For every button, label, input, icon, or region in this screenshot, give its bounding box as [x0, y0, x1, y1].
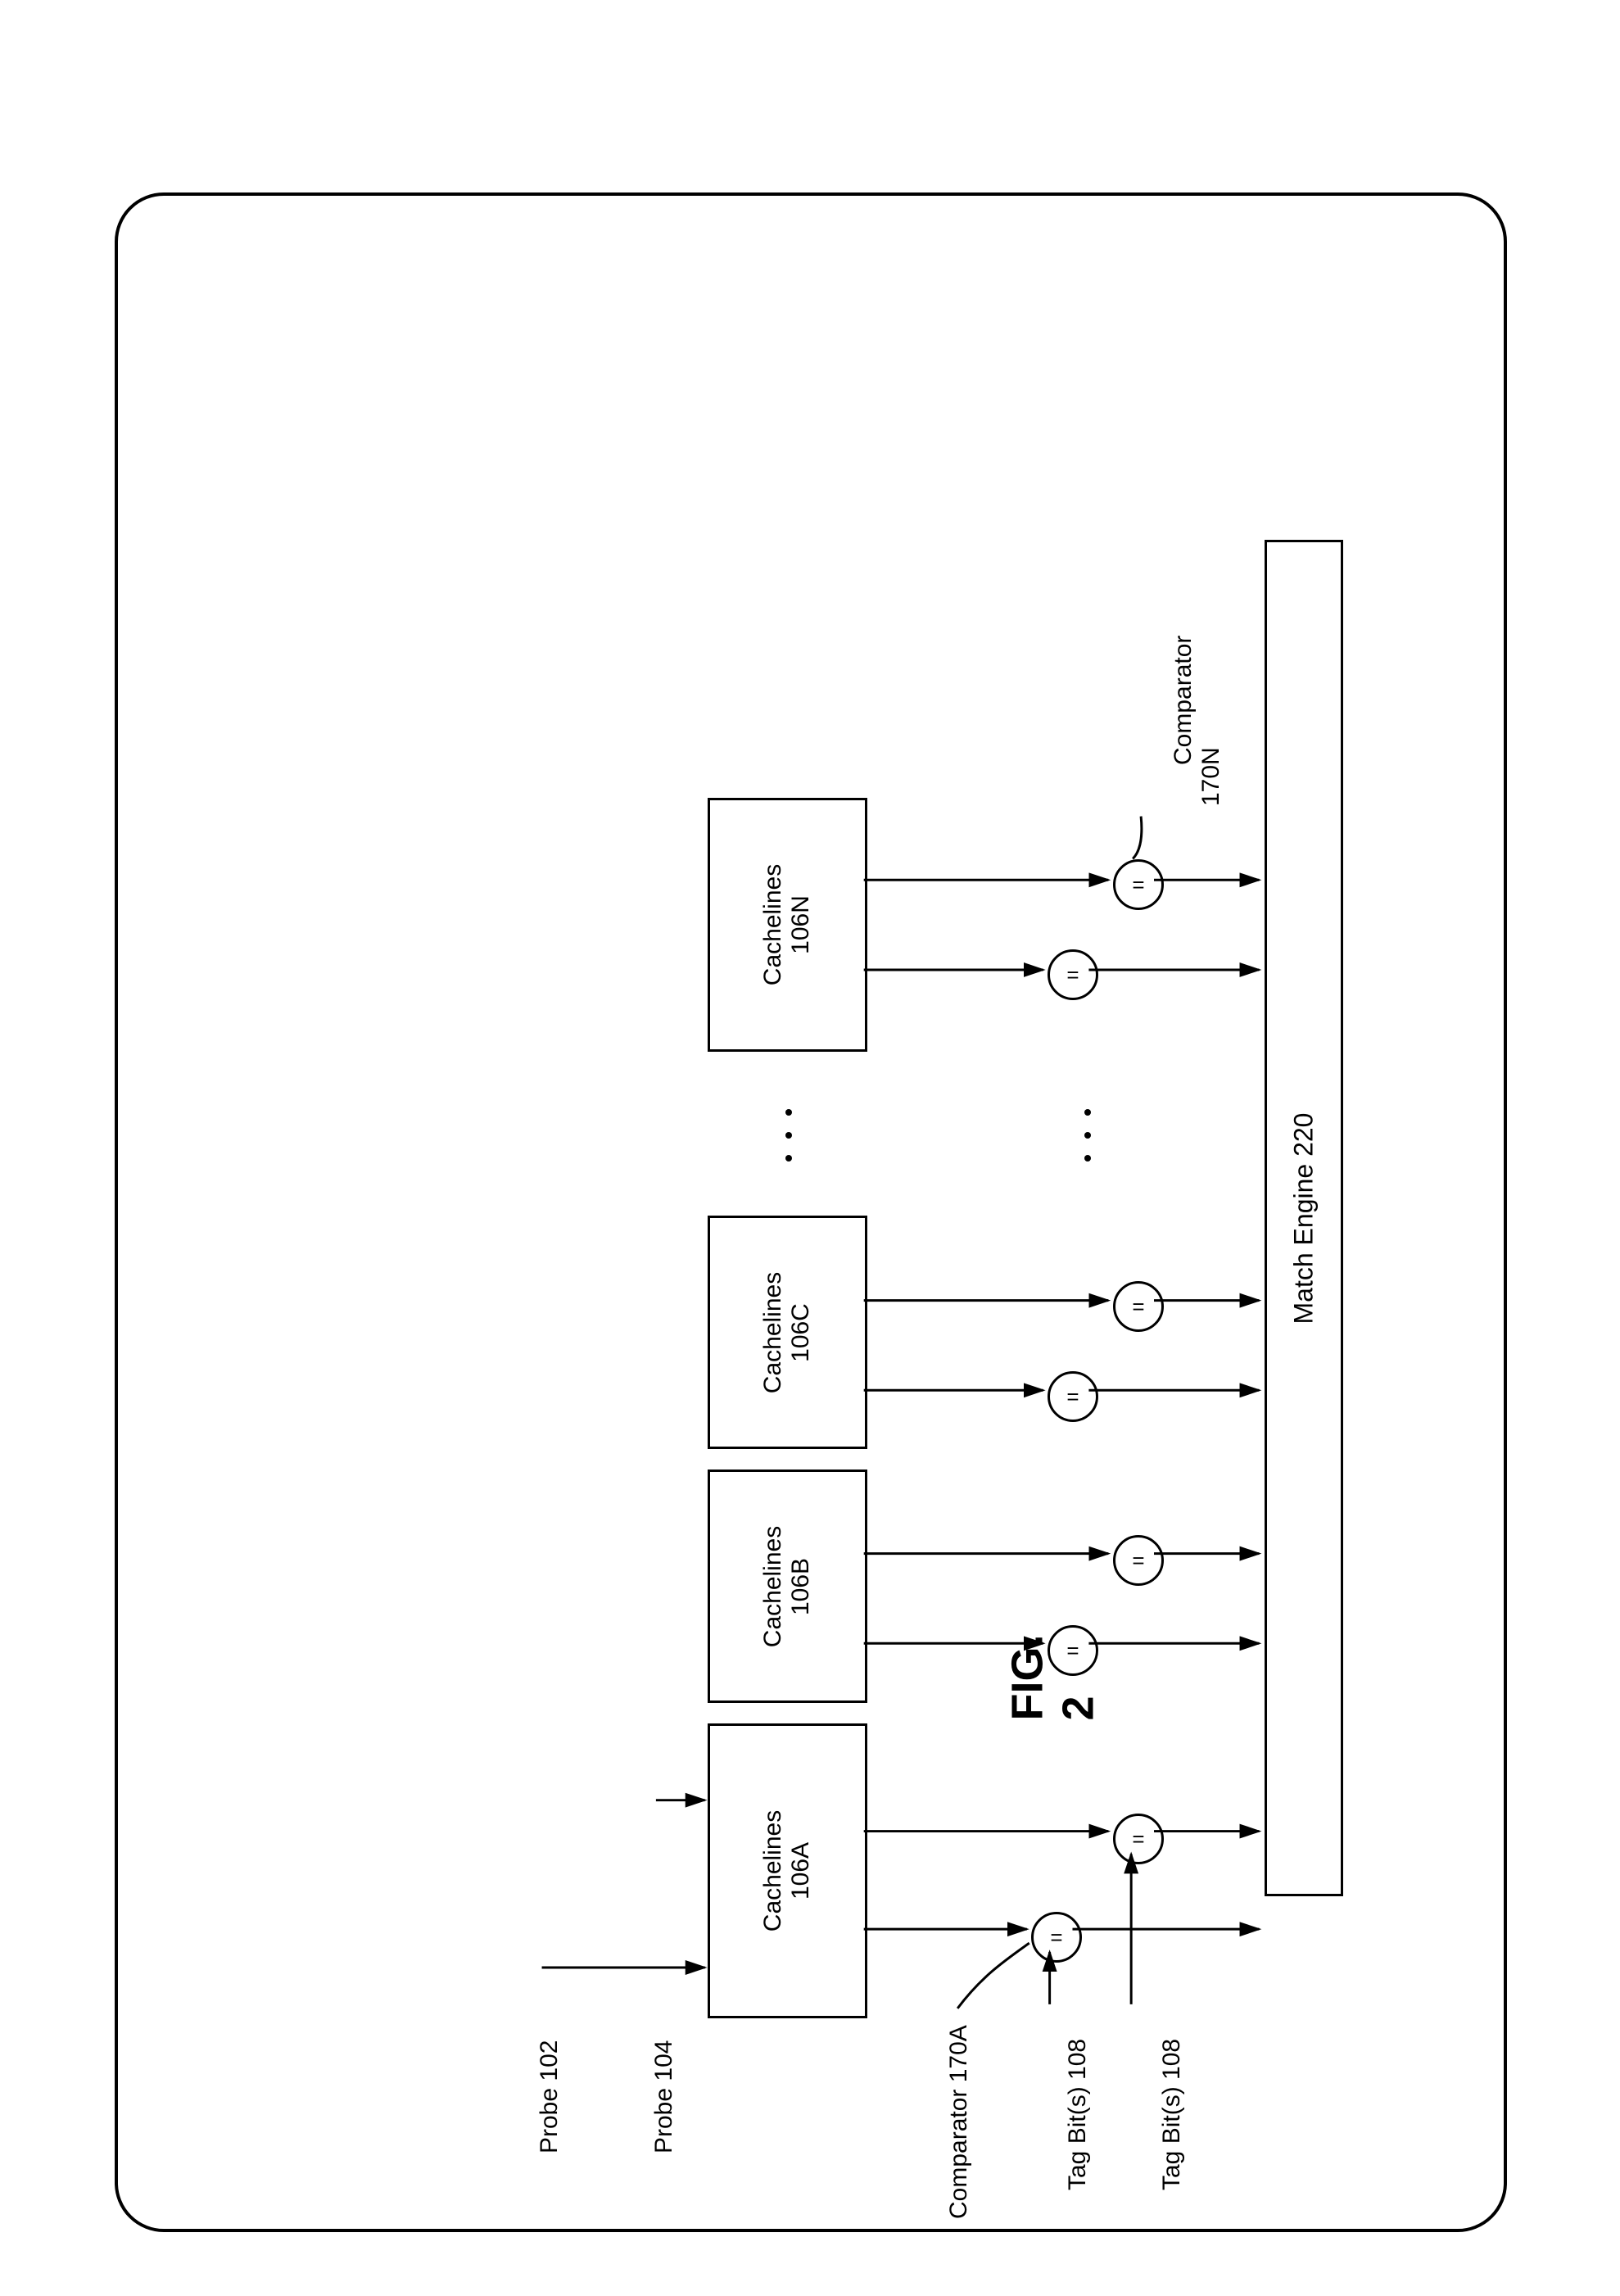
figure-caption: FIG. 2: [1002, 1633, 1620, 1721]
comparator-n1: =: [1048, 949, 1098, 1000]
label-tagbits-b: Tag Bit(s) 108: [1158, 2039, 1186, 2190]
cachelines-106c-label: Cachelines 106C: [759, 1271, 815, 1393]
ellipsis-comparators: [1084, 1109, 1091, 1162]
label-probe104: Probe 104: [650, 2040, 678, 2153]
cachelines-106n: Cachelines 106N: [708, 798, 867, 1052]
comparator-b2: =: [1113, 1535, 1164, 1586]
cachelines-106a-label: Cachelines 106A: [759, 1810, 815, 1931]
cachelines-106n-label: Cachelines 106N: [759, 864, 815, 985]
cachelines-106a: Cachelines 106A: [708, 1723, 867, 2018]
label-probe102: Probe 102: [536, 2040, 563, 2153]
page-root: Cache Update Module 110 Cachelines 106A …: [0, 0, 1620, 2296]
match-engine-label: Match Engine 220: [1289, 1112, 1319, 1324]
cachelines-106b: Cachelines 106B: [708, 1470, 867, 1703]
ellipsis-boxes: [785, 1109, 792, 1162]
comparator-c1: =: [1048, 1371, 1098, 1422]
comparator-a1: =: [1031, 1912, 1082, 1963]
label-tagbits-a: Tag Bit(s) 108: [1064, 2039, 1092, 2190]
outer-frame: Cachelines 106A Cachelines 106B Cachelin…: [115, 192, 1507, 2232]
cachelines-106c: Cachelines 106C: [708, 1216, 867, 1449]
label-comparator170n: Comparator 170N: [1142, 636, 1253, 806]
comparator-n2: =: [1113, 859, 1164, 910]
label-comparator170a: Comparator 170A: [945, 2025, 973, 2219]
comparator-c2: =: [1113, 1281, 1164, 1332]
comparator-a2: =: [1113, 1814, 1164, 1864]
cachelines-106b-label: Cachelines 106B: [759, 1525, 815, 1646]
